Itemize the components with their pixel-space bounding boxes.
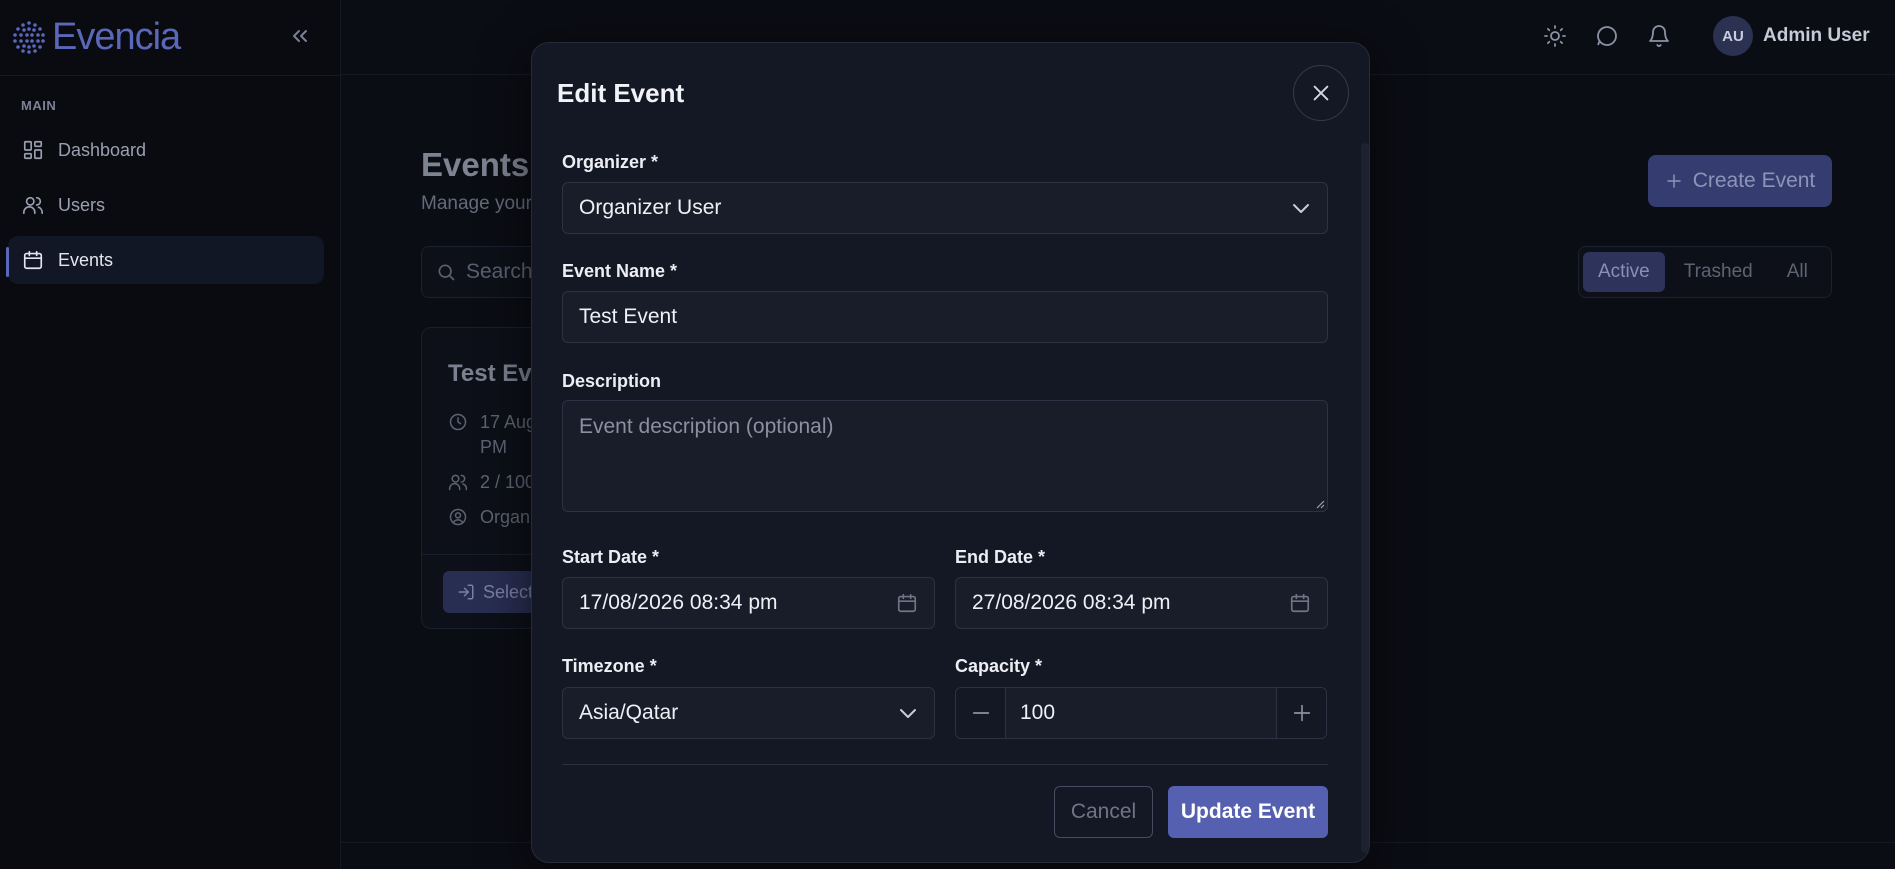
description-placeholder: Event description (optional) bbox=[579, 415, 834, 438]
chevron-down-icon bbox=[1293, 204, 1309, 213]
create-event-button[interactable]: Create Event bbox=[1648, 155, 1832, 207]
calendar-icon[interactable] bbox=[1289, 592, 1311, 614]
active-nav-indicator bbox=[6, 247, 9, 277]
clock-icon bbox=[449, 413, 467, 431]
description-textarea[interactable]: Event description (optional) bbox=[562, 400, 1328, 512]
search-icon bbox=[438, 264, 455, 281]
calendar-icon bbox=[23, 250, 43, 270]
edit-event-modal: Edit Event Organizer * Organizer User Ev… bbox=[531, 42, 1370, 863]
chevron-down-icon bbox=[900, 709, 916, 718]
select-event-label: Select bbox=[483, 581, 534, 602]
organizer-label: Organizer * bbox=[562, 152, 659, 172]
app-logo[interactable]: Evencia bbox=[12, 16, 181, 58]
sidebar: Evencia MAIN Dashboard Users Events bbox=[0, 0, 341, 869]
capacity-label: Capacity * bbox=[955, 656, 1043, 676]
end-date-label: End Date * bbox=[955, 547, 1046, 567]
user-circle-icon bbox=[449, 508, 467, 526]
filter-all[interactable]: All bbox=[1772, 252, 1823, 292]
collapse-sidebar-icon[interactable] bbox=[288, 24, 312, 48]
start-date-label: Start Date * bbox=[562, 547, 660, 567]
sidebar-item-label: Users bbox=[58, 194, 106, 215]
avatar[interactable]: AU bbox=[1713, 16, 1753, 56]
sun-icon[interactable] bbox=[1543, 24, 1567, 48]
page-subtitle: Manage your bbox=[421, 193, 532, 214]
bell-icon[interactable] bbox=[1647, 24, 1671, 48]
event-card-capacity-text: 2 / 100 bbox=[480, 472, 536, 492]
capacity-stepper: 100 bbox=[955, 687, 1327, 739]
sidebar-section-label: MAIN bbox=[21, 98, 57, 113]
close-icon bbox=[1313, 85, 1329, 101]
event-name-input[interactable]: Test Event bbox=[562, 291, 1328, 343]
capacity-input[interactable]: 100 bbox=[1006, 688, 1276, 738]
resize-handle-icon[interactable] bbox=[1315, 499, 1325, 509]
sidebar-item-events[interactable]: Events bbox=[8, 236, 324, 284]
users-icon bbox=[23, 196, 43, 215]
description-label: Description bbox=[562, 371, 662, 391]
sidebar-divider bbox=[0, 75, 341, 76]
organizer-select[interactable]: Organizer User bbox=[562, 182, 1328, 234]
dashboard-icon bbox=[23, 140, 43, 160]
modal-footer-divider bbox=[562, 764, 1328, 765]
timezone-value: Asia/Qatar bbox=[579, 701, 679, 724]
close-modal-button[interactable] bbox=[1293, 65, 1349, 121]
create-event-label: Create Event bbox=[1692, 169, 1816, 192]
event-name-value: Test Event bbox=[579, 305, 678, 328]
sidebar-item-label: Dashboard bbox=[58, 139, 147, 160]
sidebar-item-label: Events bbox=[58, 249, 114, 270]
logo-text: Evencia bbox=[52, 16, 181, 58]
search-placeholder: Search bbox=[466, 260, 533, 283]
event-card-organizer: Organi bbox=[448, 505, 534, 530]
start-date-input[interactable]: 17/08/2026 08:34 pm bbox=[562, 577, 935, 629]
page-title: Events bbox=[421, 146, 530, 183]
modal-title: Edit Event bbox=[557, 78, 685, 108]
start-date-value: 17/08/2026 08:34 pm bbox=[579, 591, 778, 614]
end-date-input[interactable]: 27/08/2026 08:34 pm bbox=[955, 577, 1328, 629]
chat-icon[interactable] bbox=[1595, 24, 1619, 48]
event-card-date: 17 Aug PM bbox=[448, 410, 536, 460]
minus-icon bbox=[972, 712, 989, 714]
update-event-button[interactable]: Update Event bbox=[1168, 786, 1328, 838]
event-card-date-line1: 17 Aug bbox=[480, 412, 537, 432]
user-name[interactable]: Admin User bbox=[1763, 25, 1870, 47]
timezone-label: Timezone * bbox=[562, 656, 657, 676]
plus-icon bbox=[1666, 174, 1681, 188]
calendar-icon[interactable] bbox=[896, 592, 918, 614]
filter-tabs: Active Trashed All bbox=[1578, 246, 1832, 298]
filter-active[interactable]: Active bbox=[1583, 252, 1665, 292]
login-icon bbox=[458, 584, 474, 600]
timezone-select[interactable]: Asia/Qatar bbox=[562, 687, 935, 739]
event-card-organizer-text: Organi bbox=[480, 507, 535, 527]
users-icon bbox=[448, 474, 468, 491]
decrement-button[interactable] bbox=[956, 688, 1006, 738]
event-card-date-line2: PM bbox=[480, 437, 507, 457]
sidebar-item-users[interactable]: Users bbox=[8, 181, 324, 229]
organizer-value: Organizer User bbox=[579, 196, 722, 219]
cancel-button[interactable]: Cancel bbox=[1054, 786, 1153, 838]
event-card-capacity: 2 / 100 bbox=[448, 470, 535, 495]
modal-scrollbar[interactable] bbox=[1361, 143, 1369, 853]
plus-icon bbox=[1293, 704, 1310, 722]
end-date-value: 27/08/2026 08:34 pm bbox=[972, 591, 1171, 614]
logo-icon bbox=[13, 21, 45, 54]
event-name-label: Event Name * bbox=[562, 261, 678, 281]
sidebar-item-dashboard[interactable]: Dashboard bbox=[8, 126, 324, 174]
increment-button[interactable] bbox=[1276, 688, 1326, 738]
filter-trashed[interactable]: Trashed bbox=[1669, 252, 1768, 292]
